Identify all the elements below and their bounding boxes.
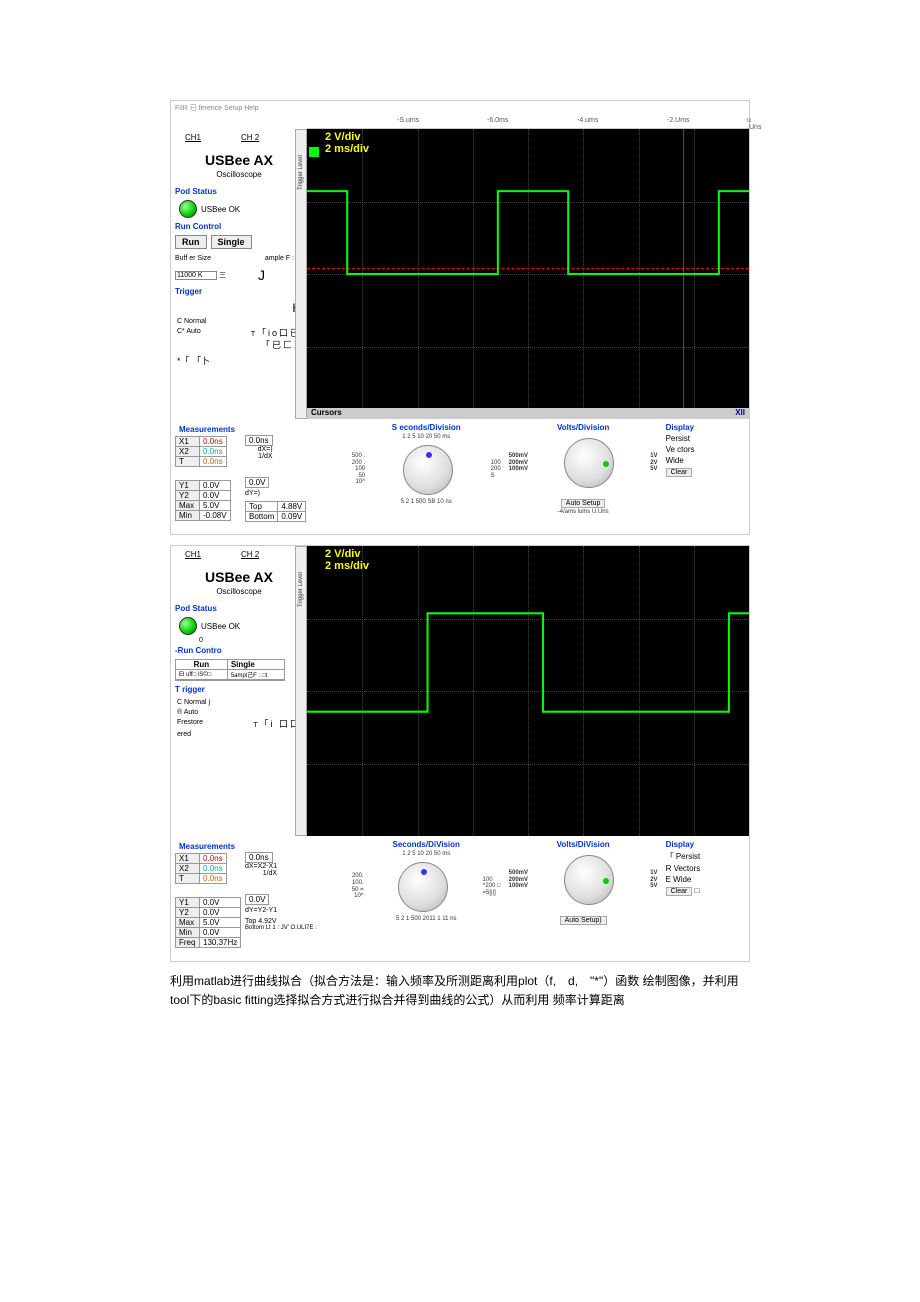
meas-x2: 0.0ns (200, 864, 227, 874)
oscilloscope-window-1: FiIR 已 ference Setup Help -S.ums -6.0ms … (170, 100, 750, 535)
waveform (307, 129, 749, 419)
ch1-btn[interactable]: CH1 (185, 550, 201, 559)
single-button[interactable]: Single (227, 660, 284, 670)
app-subtitle: Oscilloscope (173, 170, 305, 179)
clear-button[interactable]: Clear (666, 887, 693, 896)
meas-t: 0.0ns (200, 874, 227, 884)
meas-top: 4.88V (278, 502, 306, 512)
volts-dial[interactable] (564, 438, 614, 488)
seconds-division: Seconds/DiVision 1 2 5 10 20 50 ms 200. … (352, 840, 501, 957)
app-title: USBee AX (173, 152, 305, 168)
run-control-hdr: -Run Contro (171, 644, 307, 657)
description-text: 利用matlab进行曲线拟合（拟合方法是：输入频率及所测距离利用plot（f, … (170, 972, 750, 1010)
trigger-hdr: Trigger (171, 285, 307, 298)
meas-dx: 0.0ns (246, 436, 273, 446)
ch1-btn[interactable]: CH1 (185, 133, 201, 142)
ch2-btn[interactable]: CH 2 (241, 550, 259, 559)
run-button[interactable]: Run (176, 660, 228, 670)
menu-bar[interactable]: FiIR 已 ference Setup Help (171, 101, 749, 115)
meas-x2: 0.0ns (200, 447, 227, 457)
trigger-normal[interactable]: Normal j (184, 699, 210, 706)
waveform (307, 546, 749, 836)
display-options: Display 「 Persist R Vectors E Wide Clear… (666, 840, 745, 957)
trigger-auto[interactable]: Auto (186, 328, 200, 335)
pod-status-hdr: Pod Status (171, 602, 307, 615)
meas-x1: 0.0ns (200, 437, 227, 447)
trigger-hdr: T rigger (171, 683, 307, 696)
auto-setup-button[interactable]: Auto Setup (561, 499, 606, 508)
trigger-auto[interactable]: Auto (184, 709, 198, 716)
run-button[interactable]: Run (175, 235, 207, 249)
meas-top: 4.92V (258, 918, 276, 925)
wide-option[interactable]: E Wide (666, 875, 745, 884)
buffer-size-label: Buff er Size (175, 255, 211, 262)
pod-status-text: USBee OK (201, 622, 240, 631)
pod-status-text: USBee OK (201, 205, 240, 214)
vectors-option[interactable]: Ve ctors (666, 445, 745, 454)
meas-max: 5.0V (200, 918, 241, 928)
seconds-division: S econds/Division 1 2 5 10 20 50 ms 500 … (352, 423, 501, 530)
pod-led-icon (179, 617, 197, 635)
meas-dy: 0.0V (246, 895, 269, 905)
pod-led-icon (179, 200, 197, 218)
trigger-normal[interactable]: Normal (184, 318, 207, 325)
scope-display[interactable]: Trigger Level 2 V/div2 ms/div CursorsXII (307, 129, 749, 419)
vectors-option[interactable]: R Vectors (666, 864, 745, 873)
meas-freq: 130.37Hz (200, 938, 241, 948)
persist-option[interactable]: Persist (666, 434, 745, 443)
scale-overlay: 2 V/div2 ms/div (325, 131, 369, 155)
trigger-level-slider[interactable]: Trigger Level (295, 129, 307, 419)
scale-overlay: 2 V/div2 ms/div (325, 548, 369, 572)
meas-y1: 0.0V (200, 898, 241, 908)
wide-option[interactable]: Wide (666, 456, 745, 465)
volts-division: Volts/Division 500mV200mV100mV 1V2V5V Au… (509, 423, 658, 530)
pod-status-hdr: Pod Status (171, 185, 307, 198)
meas-y2: 0.0V (200, 491, 231, 501)
trigger-restore[interactable]: Frestore (177, 718, 203, 731)
clear-button[interactable]: Clear (666, 468, 693, 477)
oscilloscope-window-2: CH1 CH 2 USBee AX Oscilloscope Pod Status… (170, 545, 750, 962)
persist-option[interactable]: Persist (676, 852, 700, 861)
cursors-bar[interactable]: CursorsXII (307, 408, 749, 419)
left-panel: CH1 CH 2 USBee AX Oscilloscope Pod Status… (171, 546, 307, 836)
app-subtitle: Oscilloscope (173, 587, 305, 596)
bottom-panel: Measurements X10.0ns X20.0ns T0.0ns 0.0n… (171, 419, 749, 534)
app-title: USBee AX (173, 569, 305, 585)
meas-y2: 0.0V (200, 908, 241, 918)
timebase-dial[interactable] (398, 862, 448, 912)
meas-dy: 0.0V (246, 478, 269, 488)
run-control-hdr: Run Control (171, 220, 307, 233)
meas-min: 0.0V (200, 928, 241, 938)
time-ruler: -S.ums -6.0ms -4.ums -2.Ums u .Uns (307, 115, 749, 129)
volts-division: Volts/DiVision 500mV200mV100mV 1V2V5V Au… (509, 840, 658, 957)
meas-x1: 0.0ns (200, 854, 227, 864)
meas-dx: 0.0ns (246, 853, 273, 863)
ch2-btn[interactable]: CH 2 (241, 133, 259, 142)
trigger-level-slider[interactable]: Trigger Level (295, 546, 307, 836)
sample-label: ample F : (265, 255, 294, 262)
volts-dial[interactable] (564, 855, 614, 905)
single-button[interactable]: Single (211, 235, 252, 249)
display-options: Display Persist Ve ctors Wide Clear (666, 423, 745, 530)
bottom-panel: Measurements X10.0ns X20.0ns T0.0ns 0.0n… (171, 836, 749, 961)
meas-min: -0.08V (200, 511, 231, 521)
auto-setup-button[interactable]: Auto Setup) (560, 916, 607, 925)
buffer-size-input[interactable] (175, 271, 217, 280)
meas-bot: 0.09V (278, 512, 306, 522)
meas-max: 5.0V (200, 501, 231, 511)
misc-icons: *「 「卜 (171, 354, 307, 367)
scope-display[interactable]: Trigger Level 2 V/div2 ms/div (307, 546, 749, 836)
left-panel: CH1 CH 2 USBee AX Oscilloscope Pod Status… (171, 129, 307, 419)
meas-y1: 0.0V (200, 481, 231, 491)
meas-t: 0.0ns (200, 457, 227, 467)
timebase-dial[interactable] (403, 445, 453, 495)
meas-bot-ext: Lt 1 : JV' O.ULI7E : (266, 925, 317, 931)
